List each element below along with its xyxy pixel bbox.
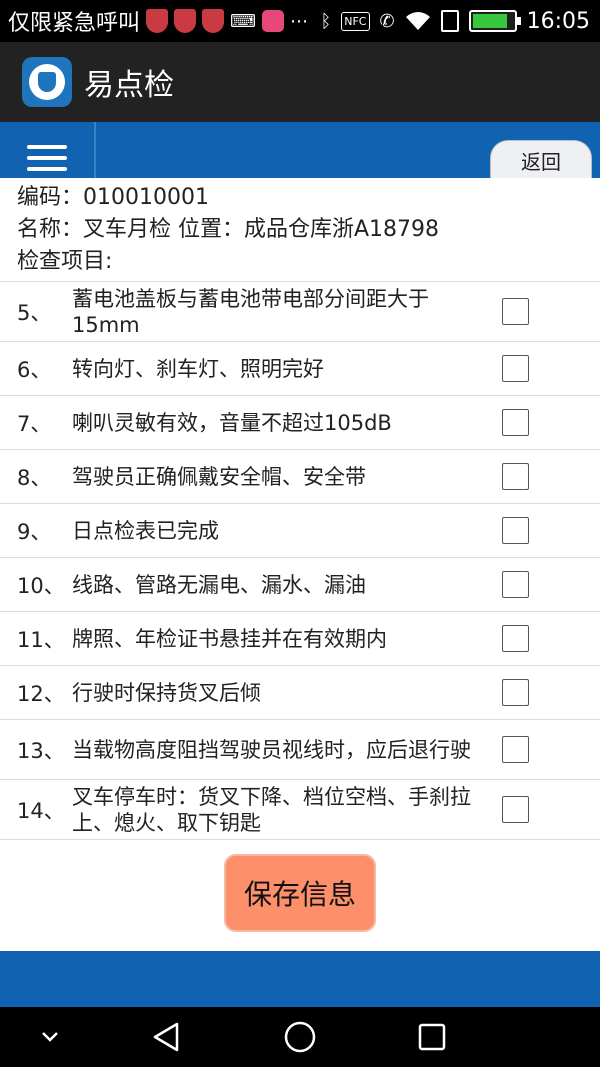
check-item-list: 5、 蓄电池盖板与蓄电池带电部分间距大于15mm 6、 转向灯、刹车灯、照明完好… xyxy=(0,282,600,840)
nfc-icon: NFC xyxy=(341,11,370,31)
equipment-info: 编码：010010001 名称：叉车月检 位置：成品仓库浙A18798 检查项目… xyxy=(0,178,600,282)
item-checkbox[interactable] xyxy=(502,298,529,325)
item-text: 线路、管路无漏电、漏水、漏油 xyxy=(72,572,366,597)
nav-recents-icon[interactable] xyxy=(402,1007,462,1067)
nav-hide-icon[interactable] xyxy=(20,1007,80,1067)
item-text: 日点检表已完成 xyxy=(72,518,219,543)
bottom-bar xyxy=(0,951,600,1007)
notification-icons: ⌨ ⋯ xyxy=(146,9,308,33)
shield-icon xyxy=(146,9,169,33)
shield-icon xyxy=(174,9,197,33)
equipment-name-location: 名称：叉车月检 位置：成品仓库浙A18798 xyxy=(17,217,440,242)
item-number: 8、 xyxy=(17,465,52,490)
item-text: 行驶时保持货叉后倾 xyxy=(72,680,261,705)
equipment-code: 编码：010010001 xyxy=(17,185,209,210)
nav-back-icon[interactable] xyxy=(136,1007,196,1067)
item-text: 牌照、年检证书悬挂并在有效期内 xyxy=(72,626,387,651)
vibrate-icon: ✆ xyxy=(379,10,395,32)
hamburger-menu-icon[interactable] xyxy=(0,122,96,178)
item-text: 当载物高度阻挡驾驶员视线时，应后退行驶 xyxy=(72,737,471,762)
item-text: 转向灯、刹车灯、照明完好 xyxy=(72,356,324,381)
bluetooth-icon: ᛒ xyxy=(320,10,332,32)
item-checkbox[interactable] xyxy=(502,625,529,652)
check-item-row: 13、 当载物高度阻挡驾驶员视线时，应后退行驶 xyxy=(0,720,600,780)
wifi-icon xyxy=(405,12,430,30)
battery-fill xyxy=(472,14,507,28)
app-bar: 易点检 xyxy=(0,42,600,122)
item-checkbox[interactable] xyxy=(502,796,529,823)
sim-icon xyxy=(440,10,459,32)
item-text: 喇叭灵敏有效，音量不超过105dB xyxy=(72,410,392,435)
item-number: 9、 xyxy=(17,519,52,544)
check-item-row: 14、 叉车停车时：货叉下降、档位空档、手刹拉上、熄火、取下钥匙 xyxy=(0,780,600,840)
game-icon xyxy=(262,10,284,32)
item-checkbox[interactable] xyxy=(502,679,529,706)
check-item-row: 12、 行驶时保持货叉后倾 xyxy=(0,666,600,720)
item-checkbox[interactable] xyxy=(502,517,529,544)
check-item-row: 6、 转向灯、刹车灯、照明完好 xyxy=(0,342,600,396)
item-number: 5、 xyxy=(17,300,52,325)
status-bar: 仅限紧急呼叫 ⌨ ⋯ ᛒ NFC ✆ 16:05 xyxy=(0,0,600,42)
item-checkbox[interactable] xyxy=(502,463,529,490)
item-number: 6、 xyxy=(17,357,52,382)
item-number: 14、 xyxy=(17,798,65,823)
back-button[interactable]: 返回 xyxy=(490,140,592,180)
shield-icon xyxy=(202,9,225,33)
item-number: 13、 xyxy=(17,738,65,763)
item-text: 叉车停车时：货叉下降、档位空档、手刹拉上、熄火、取下钥匙 xyxy=(72,784,471,835)
item-number: 10、 xyxy=(17,573,65,598)
nav-home-icon[interactable] xyxy=(270,1007,330,1067)
app-title: 易点检 xyxy=(84,68,174,103)
item-number: 12、 xyxy=(17,681,65,706)
check-item-row: 10、 线路、管路无漏电、漏水、漏油 xyxy=(0,558,600,612)
check-item-row: 9、 日点检表已完成 xyxy=(0,504,600,558)
item-checkbox[interactable] xyxy=(502,355,529,382)
carrier-text: 仅限紧急呼叫 xyxy=(8,11,141,36)
status-right: ᛒ NFC ✆ 16:05 xyxy=(320,9,590,34)
item-number: 11、 xyxy=(17,627,65,652)
item-checkbox[interactable] xyxy=(502,571,529,598)
inspection-form: 编码：010010001 名称：叉车月检 位置：成品仓库浙A18798 检查项目… xyxy=(0,178,600,951)
item-text: 蓄电池盖板与蓄电池带电部分间距大于15mm xyxy=(72,286,429,337)
item-number: 7、 xyxy=(17,411,52,436)
item-checkbox[interactable] xyxy=(502,409,529,436)
check-item-row: 8、 驾驶员正确佩戴安全帽、安全带 xyxy=(0,450,600,504)
check-item-row: 7、 喇叭灵敏有效，音量不超过105dB xyxy=(0,396,600,450)
toolbar: 返回 xyxy=(0,122,600,180)
more-icon: ⋯ xyxy=(290,10,308,32)
check-item-row: 5、 蓄电池盖板与蓄电池带电部分间距大于15mm xyxy=(0,282,600,342)
item-text: 驾驶员正确佩戴安全帽、安全带 xyxy=(72,464,366,489)
check-item-row: 11、 牌照、年检证书悬挂并在有效期内 xyxy=(0,612,600,666)
check-items-label: 检查项目: xyxy=(17,249,113,274)
battery-icon xyxy=(468,10,521,32)
keyboard-icon: ⌨ xyxy=(230,10,256,32)
clock-time: 16:05 xyxy=(526,8,590,34)
app-logo-icon xyxy=(22,57,72,107)
save-button[interactable]: 保存信息 xyxy=(224,854,376,932)
system-nav-bar xyxy=(0,1007,600,1067)
item-checkbox[interactable] xyxy=(502,736,529,763)
